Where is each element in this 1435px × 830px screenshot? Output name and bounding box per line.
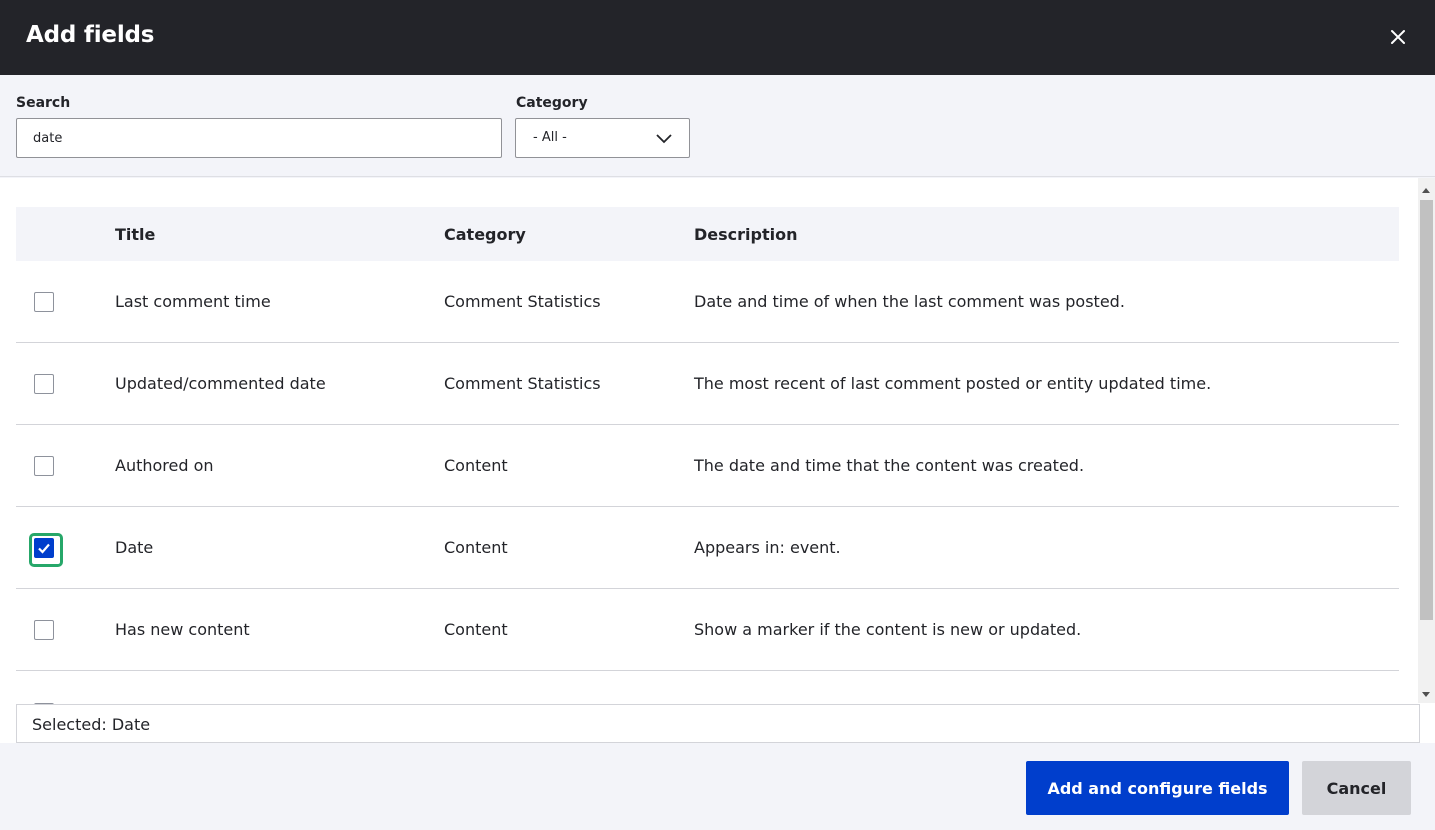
scroll-down-arrow-icon[interactable] [1422, 692, 1430, 697]
row-description: The most recent of last comment posted o… [694, 374, 1212, 393]
category-select-value: - All - [533, 130, 567, 145]
row-checkbox[interactable] [34, 620, 54, 640]
row-title: Has new content [115, 620, 250, 639]
row-description: The date and time that the content was c… [694, 456, 1085, 475]
row-description: Appears in: event. [694, 538, 841, 557]
add-and-configure-fields-button[interactable]: Add and configure fields [1026, 761, 1289, 815]
scroll-up-arrow-icon[interactable] [1422, 188, 1430, 193]
fields-table-container: Title Category Description Last comment … [0, 178, 1435, 743]
checkmark-icon [38, 543, 50, 554]
row-title: Date [115, 538, 154, 557]
row-checkbox[interactable] [29, 533, 63, 567]
table-row[interactable]: Last comment time Comment Statistics Date … [16, 261, 1399, 343]
category-select[interactable]: - All - [515, 118, 690, 158]
search-input[interactable] [16, 118, 502, 158]
search-label: Search [16, 95, 71, 111]
close-icon [1391, 30, 1405, 44]
row-category: Comment Statistics [444, 374, 601, 393]
selected-summary: Selected: Date [16, 704, 1420, 743]
row-title: Last comment time [115, 292, 271, 311]
row-description: Show a marker if the content is new or u… [694, 620, 1082, 639]
selected-text: Selected: Date [32, 715, 151, 734]
dialog-title: Add fields [26, 22, 155, 48]
chevron-down-icon [656, 134, 672, 144]
row-category: Content [444, 538, 508, 557]
close-button[interactable] [1387, 26, 1409, 48]
row-checkbox[interactable] [34, 456, 54, 476]
table-row[interactable]: Authored on Content The date and time that… [16, 425, 1399, 507]
table-row[interactable]: Date Content Appears in: event. [16, 507, 1399, 589]
add-fields-dialog: Add fields Search Category - All - Title… [0, 0, 1435, 830]
row-checkbox[interactable] [34, 374, 54, 394]
row-description: Date and time of when the last comment w… [694, 292, 1125, 311]
table-header: Title Category Description [16, 207, 1399, 261]
column-header-category: Category [444, 225, 526, 244]
scrollbar-thumb[interactable] [1420, 200, 1433, 620]
row-category: Content [444, 456, 508, 475]
row-category: Content [444, 620, 508, 639]
category-label: Category [516, 95, 588, 111]
row-category: Comment Statistics [444, 292, 601, 311]
table-row[interactable]: Has new content Content Show a marker if t… [16, 589, 1399, 671]
scrollbar[interactable] [1418, 178, 1435, 703]
column-header-description: Description [694, 225, 798, 244]
row-title: Authored on [115, 456, 214, 475]
dialog-titlebar: Add fields [0, 0, 1435, 75]
row-checkbox[interactable] [34, 292, 54, 312]
column-header-title: Title [115, 225, 156, 244]
row-title: Updated/commented date [115, 374, 326, 393]
table-row[interactable]: Updated/commented date Comment Statistics… [16, 343, 1399, 425]
cancel-button[interactable]: Cancel [1302, 761, 1411, 815]
dialog-footer: Add and configure fields Cancel [0, 743, 1435, 830]
